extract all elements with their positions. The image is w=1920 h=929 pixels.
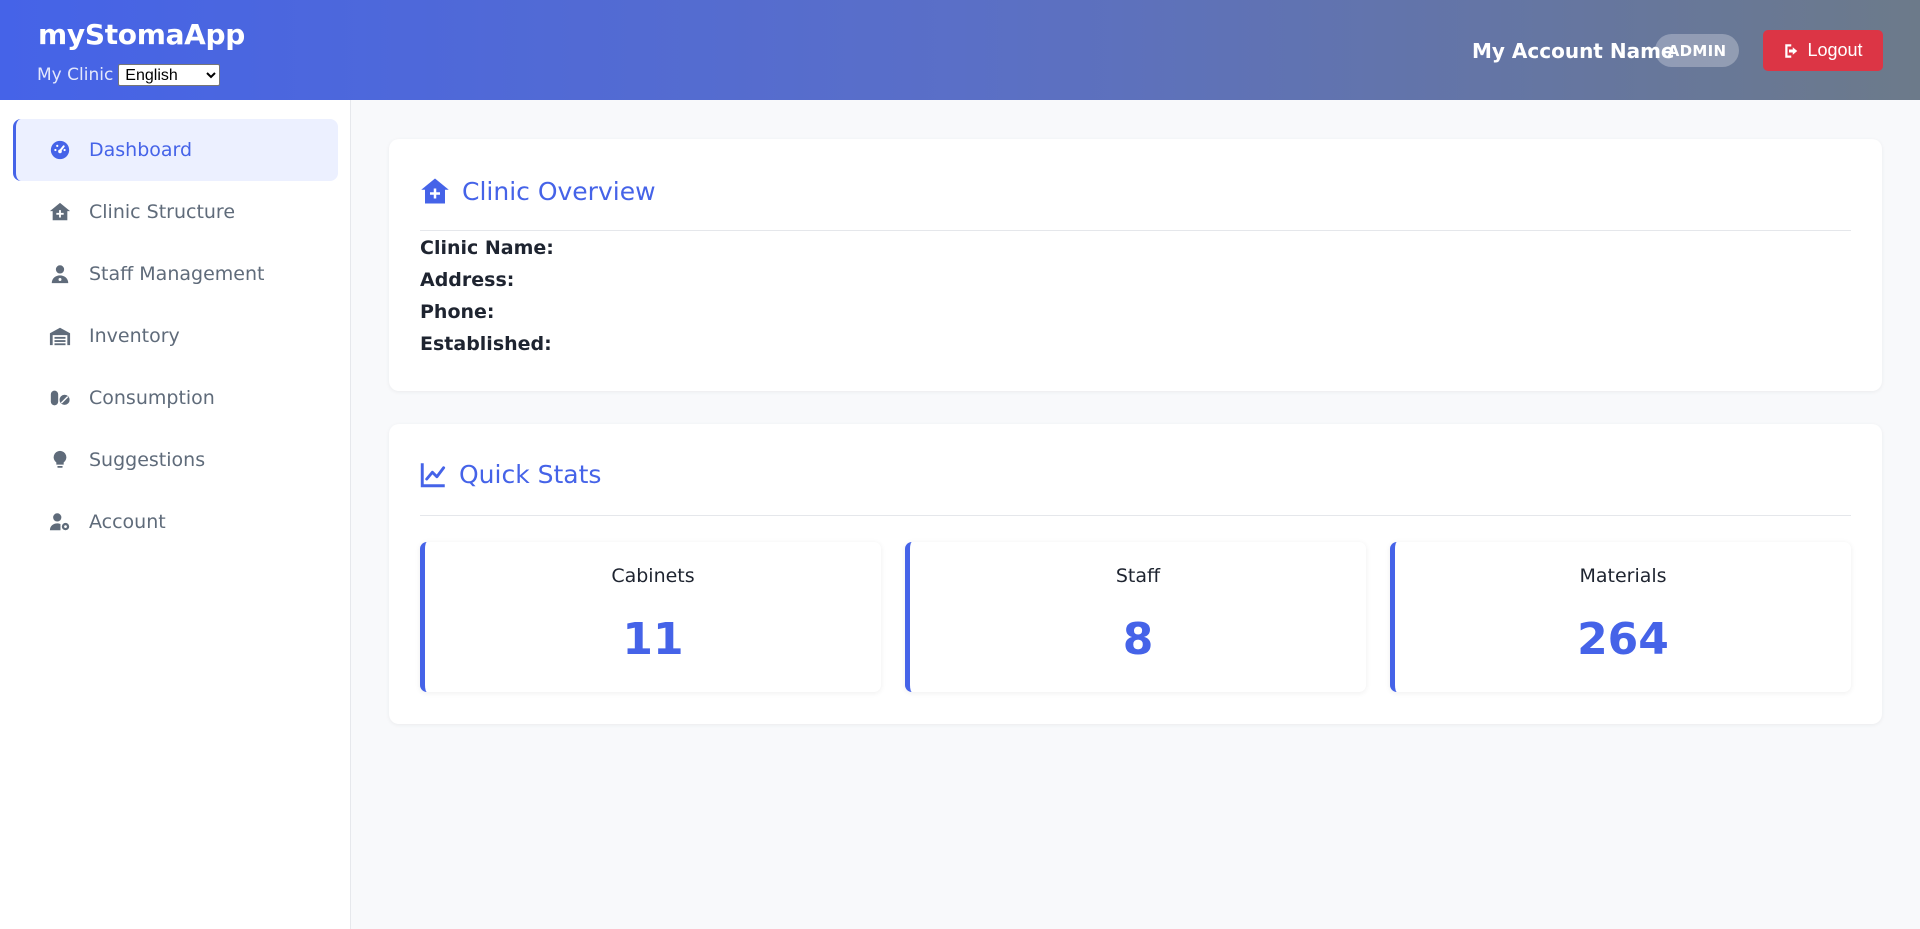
quick-stats-title-row: Quick Stats (420, 460, 601, 489)
quick-stats-title: Quick Stats (459, 460, 602, 489)
clinic-row: My Clinic English (37, 64, 221, 86)
sidebar-item-label: Account (89, 511, 166, 533)
sidebar-item-dashboard[interactable]: Dashboard (13, 119, 338, 181)
pills-icon (48, 386, 72, 410)
user-gear-icon (48, 510, 72, 534)
sidebar-item-account[interactable]: Account (13, 491, 338, 553)
account-name: My Account Name (1472, 39, 1675, 63)
stat-value: 11 (622, 614, 684, 665)
sidebar-item-label: Dashboard (89, 139, 193, 161)
quick-stats-card: Quick Stats Cabinets 11 Staff 8 Material… (389, 424, 1882, 724)
sidebar-item-staff-management[interactable]: Staff Management (13, 243, 338, 305)
stat-card-cabinets: Cabinets 11 (420, 542, 881, 692)
sidebar: Dashboard Clinic Structure Staff Managem… (0, 100, 351, 929)
sidebar-item-label: Consumption (89, 387, 215, 409)
stat-value: 8 (1122, 614, 1154, 665)
gauge-icon (48, 138, 72, 162)
clinic-house-icon (48, 200, 72, 224)
stat-card-materials: Materials 264 (1390, 542, 1851, 692)
sidebar-item-inventory[interactable]: Inventory (13, 305, 338, 367)
address-label: Address: (420, 269, 515, 291)
logout-icon (1785, 43, 1798, 58)
established-label: Established: (420, 333, 552, 355)
clinic-overview-card: Clinic Overview Clinic Name: Address: Ph… (389, 139, 1882, 391)
stat-label: Staff (1115, 565, 1161, 587)
stat-card-staff: Staff 8 (905, 542, 1366, 692)
logout-button[interactable]: Logout (1763, 30, 1883, 71)
top-header: myStomaApp My Clinic English My Account … (0, 0, 1920, 100)
clinic-overview-title: Clinic Overview (462, 176, 656, 206)
sidebar-item-consumption[interactable]: Consumption (13, 367, 338, 429)
clinic-overview-title-row: Clinic Overview (420, 176, 656, 206)
role-badge: ADMIN (1655, 34, 1739, 67)
clinic-name-label: Clinic Name: (420, 237, 554, 259)
stat-label: Cabinets (611, 565, 695, 587)
chart-line-icon (420, 463, 446, 488)
sidebar-item-label: Staff Management (89, 263, 265, 285)
doctor-icon (48, 262, 72, 286)
sidebar-item-clinic-structure[interactable]: Clinic Structure (13, 181, 338, 243)
divider (420, 515, 1851, 516)
phone-label: Phone: (420, 301, 495, 323)
sidebar-item-label: Clinic Structure (89, 201, 236, 223)
stat-label: Materials (1579, 565, 1667, 587)
clinic-label: My Clinic (37, 65, 114, 85)
app-brand[interactable]: myStomaApp (38, 18, 245, 51)
sidebar-item-label: Inventory (89, 325, 180, 347)
sidebar-item-suggestions[interactable]: Suggestions (13, 429, 338, 491)
divider (420, 230, 1851, 231)
warehouse-icon (48, 324, 72, 348)
stat-value: 264 (1577, 614, 1669, 665)
sidebar-item-label: Suggestions (89, 449, 206, 471)
clinic-house-icon (421, 178, 449, 204)
language-select[interactable]: English (118, 64, 221, 86)
lightbulb-icon (48, 448, 72, 472)
logout-label: Logout (1807, 40, 1863, 60)
